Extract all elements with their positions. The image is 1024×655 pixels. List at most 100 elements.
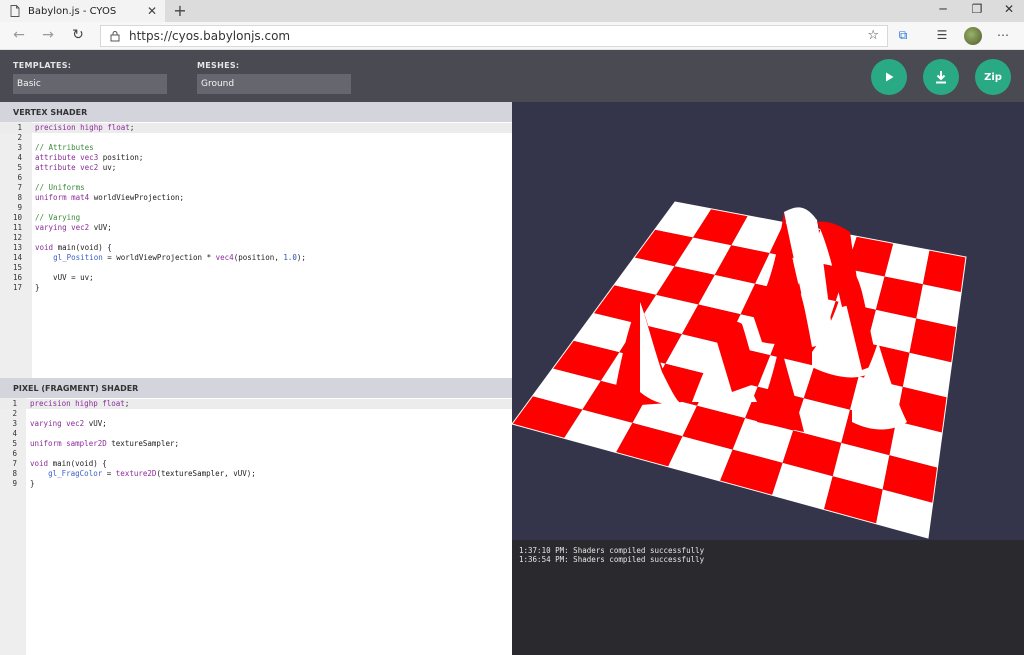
- code-text: gl_Position = worldViewProjection * vec4…: [53, 253, 306, 262]
- line-number: 1: [12, 399, 17, 408]
- code-line[interactable]: 2: [0, 133, 512, 143]
- line-number: 14: [12, 253, 22, 262]
- code-line[interactable]: 5 uniform sampler2D textureSampler;: [0, 439, 512, 449]
- vertex-shader-editor[interactable]: 1 precision highp float; 2 3 // Attributes 4 a…: [0, 122, 512, 378]
- line-number: 3: [12, 419, 17, 428]
- browser-tab-title: Babylon.js - CYOS: [28, 5, 117, 17]
- code-line[interactable]: 13 void main(void) {: [0, 243, 512, 253]
- line-number: 11: [12, 223, 22, 232]
- code-line[interactable]: 12: [0, 233, 512, 243]
- page-icon: [10, 5, 20, 17]
- code-line[interactable]: 3 // Attributes: [0, 143, 512, 153]
- render-viewport[interactable]: [512, 102, 1024, 540]
- code-text: vUV = uv;: [35, 273, 94, 282]
- code-text: varying vec2 vUV;: [30, 419, 107, 428]
- code-line[interactable]: 4 attribute vec3 position;: [0, 153, 512, 163]
- code-line[interactable]: 14 gl_Position = worldViewProjection * v…: [0, 253, 512, 263]
- code-text: attribute vec3 position;: [35, 153, 144, 162]
- templates-select[interactable]: Basic: [13, 74, 167, 94]
- code-line[interactable]: 4: [0, 429, 512, 439]
- minimize-icon[interactable]: ─: [928, 2, 958, 16]
- code-line[interactable]: 7 // Uniforms: [0, 183, 512, 193]
- code-text: varying vec2 vUV;: [35, 223, 112, 232]
- code-line[interactable]: 15: [0, 263, 512, 273]
- code-line[interactable]: 10 // Varying: [0, 213, 512, 223]
- address-field[interactable]: https://cyos.babylonjs.com ☆: [100, 25, 888, 47]
- code-line[interactable]: 7 void main(void) {: [0, 459, 512, 469]
- code-line[interactable]: 2: [0, 409, 512, 419]
- console-line: 1:37:10 PM: Shaders compiled successfull…: [519, 546, 705, 555]
- download-icon: [936, 71, 946, 84]
- code-text: }: [30, 479, 35, 488]
- line-number: 12: [12, 233, 22, 242]
- ground-mesh-render: [512, 201, 967, 539]
- line-number: 13: [12, 243, 22, 252]
- meshes-label: MESHES:: [197, 61, 240, 70]
- line-number: 6: [12, 449, 17, 458]
- vertex-shader-header: VERTEX SHADER: [0, 102, 512, 122]
- profile-avatar[interactable]: [964, 27, 982, 45]
- line-number: 15: [12, 263, 22, 272]
- code-line[interactable]: 8 gl_FragColor = texture2D(textureSample…: [0, 469, 512, 479]
- back-icon[interactable]: ←: [9, 27, 29, 43]
- fragment-shader-header: PIXEL (FRAGMENT) SHADER: [0, 378, 512, 398]
- line-number: 7: [17, 183, 22, 192]
- console-output: 1:37:10 PM: Shaders compiled successfull…: [512, 540, 1024, 655]
- forward-icon[interactable]: →: [38, 27, 58, 43]
- code-text: precision highp float;: [30, 399, 130, 408]
- code-text: // Attributes: [35, 143, 94, 152]
- refresh-icon[interactable]: ↻: [68, 27, 88, 43]
- code-line[interactable]: 8 uniform mat4 worldViewProjection;: [0, 193, 512, 203]
- download-button[interactable]: [923, 59, 959, 95]
- code-line[interactable]: 6: [0, 173, 512, 183]
- tab-close-icon[interactable]: ✕: [147, 4, 157, 18]
- line-number: 8: [17, 193, 22, 202]
- browser-tab[interactable]: Babylon.js - CYOS ✕: [0, 0, 165, 22]
- window-close-icon[interactable]: ✕: [994, 2, 1024, 16]
- line-number: 10: [12, 213, 22, 222]
- line-number: 2: [12, 409, 17, 418]
- restore-icon[interactable]: ❐: [962, 2, 992, 16]
- code-line[interactable]: 3 varying vec2 vUV;: [0, 419, 512, 429]
- extension-icon[interactable]: ⧉: [894, 28, 912, 43]
- code-line[interactable]: 9}: [0, 479, 512, 489]
- code-line[interactable]: 1 precision highp float;: [0, 399, 512, 409]
- play-icon: [886, 72, 894, 82]
- templates-label: TEMPLATES:: [13, 61, 72, 70]
- meshes-select[interactable]: Ground: [197, 74, 351, 94]
- line-number: 4: [17, 153, 22, 162]
- line-number: 16: [12, 273, 22, 282]
- code-line[interactable]: 6: [0, 449, 512, 459]
- code-text: void main(void) {: [35, 243, 112, 252]
- zip-label: Zip: [984, 71, 1002, 83]
- code-text: void main(void) {: [30, 459, 107, 468]
- line-number: 7: [12, 459, 17, 468]
- line-number: 6: [17, 173, 22, 182]
- code-text: uniform sampler2D textureSampler;: [30, 439, 180, 448]
- code-text: precision highp float;: [35, 123, 135, 132]
- lock-icon: [110, 31, 120, 42]
- more-options-icon[interactable]: ⋯: [994, 28, 1012, 42]
- favorites-list-icon[interactable]: ☰: [933, 28, 951, 42]
- code-text: // Uniforms: [35, 183, 85, 192]
- run-button[interactable]: [871, 59, 907, 95]
- code-text: uniform mat4 worldViewProjection;: [35, 193, 185, 202]
- code-line[interactable]: 16 vUV = uv;: [0, 273, 512, 283]
- url-text: https://cyos.babylonjs.com: [129, 29, 291, 43]
- code-line[interactable]: 1 precision highp float;: [0, 123, 512, 133]
- address-bar-row: ← → ↻ https://cyos.babylonjs.com ☆ ⧉ ☰ ⋯: [0, 22, 1024, 50]
- favorite-star-icon[interactable]: ☆: [867, 28, 879, 43]
- line-number: 9: [12, 479, 17, 488]
- code-text: // Varying: [35, 213, 81, 222]
- line-number: 8: [12, 469, 17, 478]
- code-line[interactable]: 11 varying vec2 vUV;: [0, 223, 512, 233]
- code-text: }: [35, 283, 40, 292]
- fragment-shader-editor[interactable]: 1 precision highp float; 2 3 varying vec2 vU…: [0, 398, 512, 655]
- line-number: 5: [12, 439, 17, 448]
- code-line[interactable]: 5 attribute vec2 uv;: [0, 163, 512, 173]
- code-line[interactable]: 17}: [0, 283, 512, 293]
- new-tab-icon[interactable]: +: [171, 1, 189, 20]
- zip-button[interactable]: Zip: [975, 59, 1011, 95]
- code-line[interactable]: 9: [0, 203, 512, 213]
- line-number: 17: [12, 283, 22, 292]
